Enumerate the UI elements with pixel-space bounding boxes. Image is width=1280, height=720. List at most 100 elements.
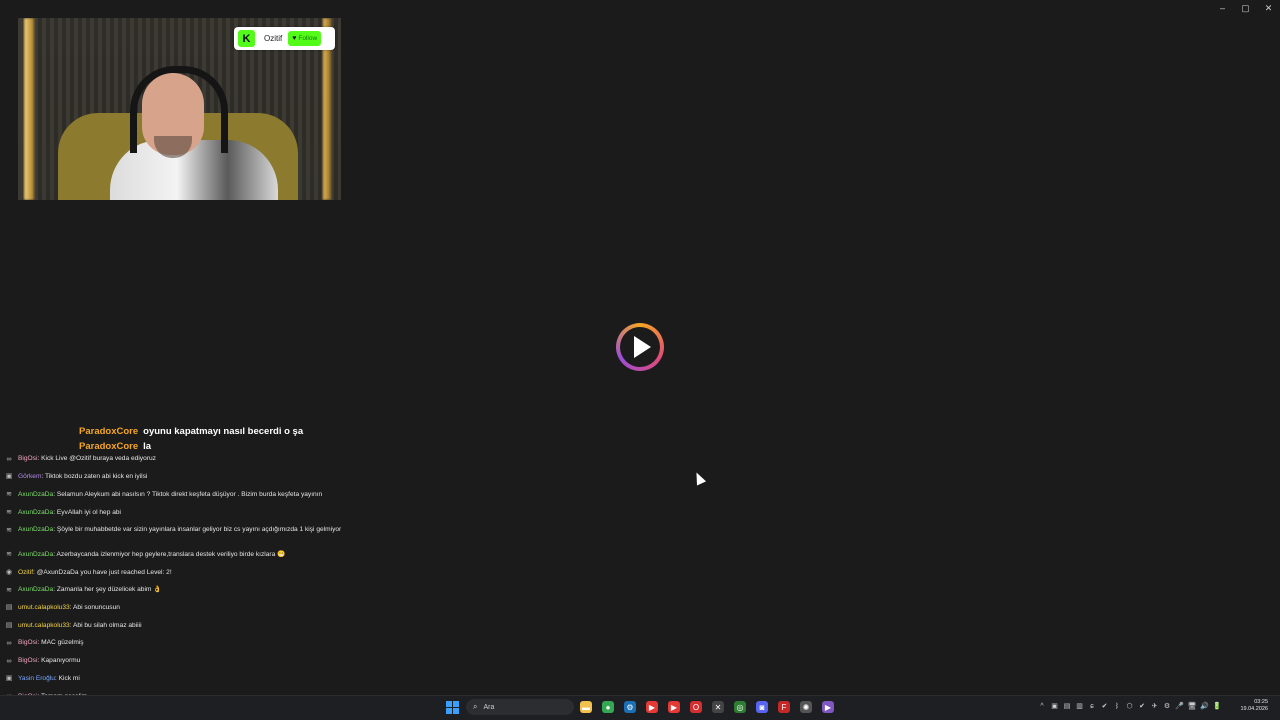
chat-avatar-icon: ∞ <box>6 657 12 665</box>
chat-message-body: Yasin Eroğlu: Kick mi <box>18 675 80 683</box>
settings-app-icon[interactable]: ✺ <box>800 701 812 713</box>
mouse-cursor-icon <box>691 470 707 486</box>
chat-text: Tiktok bozdu zaten abi kick en iyilsi <box>45 472 148 480</box>
chat-text: MAC güzelmiş <box>41 639 84 646</box>
opera-icon[interactable]: O <box>690 701 702 713</box>
chat-username[interactable]: AxunDzaDa <box>18 509 53 516</box>
tray-icon[interactable]: 🔊 <box>1200 702 1209 710</box>
chat-username[interactable]: AxunDzaDa <box>18 491 53 498</box>
chrome-icon[interactable]: ● <box>602 701 614 713</box>
tray-icon[interactable]: ɕ <box>1088 702 1096 710</box>
chat-username[interactable]: BigOsi <box>18 657 37 664</box>
chat-message: ▣ Görkem: Tiktok bozdu zaten abi kick en … <box>0 472 148 482</box>
chat-text: Azerbaycanda izlenmiyor hep geylere,tran… <box>56 550 286 558</box>
search-placeholder: Ara <box>483 703 495 711</box>
capcut-icon[interactable]: ✕ <box>712 701 724 713</box>
clock-time: 03:25 <box>1254 699 1268 705</box>
chat-message-body: AxunDzaDa: Selamun Aleykum abi nasılsın … <box>18 491 322 499</box>
chat-message-body: AxunDzaDa: Zamanla her şey düzelicek abi… <box>18 586 161 594</box>
discord-icon[interactable]: ◙ <box>756 701 768 713</box>
tray-icon[interactable]: ✔ <box>1138 702 1146 710</box>
chat-message: ≋ AxunDzaDa: Azerbaycanda izlenmiyor hep … <box>0 551 285 560</box>
chat-username[interactable]: umut.calapkolu33 <box>18 604 70 611</box>
chat-text: @AxunDzaDa you have just reached Level: … <box>36 568 172 576</box>
close-button[interactable]: ✕ <box>1257 0 1280 16</box>
kick-channel-name: Ozitif <box>264 34 283 43</box>
taskbar-search[interactable]: ⌕ Ara <box>466 699 574 715</box>
tray-icon[interactable]: ⚙ <box>1163 702 1171 710</box>
taskbar-clock[interactable]: 03:25 19.04.2026 <box>1240 699 1268 713</box>
tray-icon[interactable]: ⬡ <box>1126 702 1134 710</box>
chat-message-body: BigOsi: MAC güzelmiş <box>18 639 84 647</box>
chat-text: Selamun Aleykum abi nasılsın ? Tiktok di… <box>56 490 323 498</box>
windows-start-icon[interactable] <box>446 701 459 714</box>
maximize-button[interactable]: ▢ <box>1234 0 1257 16</box>
chat-message-body: BigOsi: Kapanıyormu <box>18 657 80 665</box>
kick-logo-icon: K <box>238 30 255 47</box>
tray-icon[interactable]: ^ <box>1038 702 1046 710</box>
font-app-icon[interactable]: F <box>778 701 790 713</box>
taskbar: ⌕ Ara ▬ ● ⚙ ▶ ▶ O ✕ ◎ ◙ F ✺ ▶ ^ ▣ ▤ ▥ ɕ ✔ ᛒ ⬡ ✔ ✈ ⚙ 🎤 🖥 🔊 🔋 03:25… <box>0 695 1280 720</box>
minimize-button[interactable]: – <box>1211 0 1234 16</box>
chat-message: ▤ umut.calapkolu33: Abi bu silah olmaz ab… <box>0 622 142 631</box>
chat-message-body: BigOsi: Kick Live @Ozitif buraya veda ed… <box>18 455 156 463</box>
chat-username[interactable]: Yasin Eroğlu <box>18 675 55 682</box>
webcam-light-left <box>24 18 34 200</box>
chat-message-body: Ozitif: @AxunDzaDa you have just reached… <box>18 569 172 577</box>
xbox-icon[interactable]: ◎ <box>734 701 746 713</box>
chat-message-body: AxunDzaDa: EyvAllah iyi ol hep abi <box>18 509 121 517</box>
chat-text: Kick Live @Ozitif buraya veda ediyoruz <box>41 455 156 462</box>
play-button[interactable] <box>616 323 664 371</box>
tray-icon[interactable]: ▥ <box>1076 702 1084 710</box>
play-icon <box>634 336 651 358</box>
youtube-icon[interactable]: ▶ <box>668 701 680 713</box>
tray-icon[interactable]: ✔ <box>1101 702 1109 710</box>
chat-username[interactable]: AxunDzaDa <box>18 551 53 558</box>
chat-text: Zamanla her şey düzelicek abim 👌 <box>56 586 162 593</box>
chat-username[interactable]: umut.calapkolu33 <box>18 622 70 629</box>
chat-username[interactable]: BigOsi <box>18 455 37 462</box>
tray-icon[interactable]: 🖥 <box>1188 702 1197 710</box>
chat-message: ≋ AxunDzaDa: EyvAllah iyi ol hep abi <box>0 509 121 518</box>
chat-message: ∞ BigOsi: MAC güzelmiş <box>0 639 84 648</box>
chat-avatar-icon: ≋ <box>6 551 12 558</box>
chat-message: ∞ BigOsi: Kick Live @Ozitif buraya veda e… <box>0 455 156 464</box>
chat-username[interactable]: BigOsi <box>18 639 37 646</box>
chat-message: ▣ Yasin Eroğlu: Kick mi <box>0 675 80 684</box>
chat-message-body: umut.calapkolu33: Abi sonuncusun <box>18 604 120 612</box>
chat-avatar-icon: ≋ <box>6 491 12 498</box>
chat-avatar-icon: ◉ <box>5 569 13 576</box>
chat-message-body: AxunDzaDa: Şöyle bir muhabbetde var sizi… <box>18 526 341 534</box>
chat-avatar-icon: ▤ <box>5 622 13 629</box>
overlay-message: ParadoxCore oyunu kapatmayı nasıl becerdi… <box>79 426 303 437</box>
tray-icon[interactable]: ᛒ <box>1113 702 1121 710</box>
chat-username[interactable]: Ozitif <box>18 569 33 576</box>
chat-username[interactable]: AxunDzaDa <box>18 526 53 533</box>
tray-icon[interactable]: ✈ <box>1151 702 1159 710</box>
tray-icon[interactable]: ▤ <box>1063 702 1071 710</box>
chat-avatar-icon: ▣ <box>5 473 13 480</box>
steam-icon[interactable]: ⚙ <box>624 701 636 713</box>
chat-message: ≋ AxunDzaDa: Zamanla her şey düzelicek ab… <box>0 586 161 595</box>
media-player-icon[interactable]: ▶ <box>646 701 658 713</box>
chat-username[interactable]: AxunDzaDa <box>18 586 53 593</box>
chat-username[interactable]: Görkem <box>18 473 41 480</box>
chat-message: ◉ Ozitif: @AxunDzaDa you have just reache… <box>0 569 172 578</box>
chat-avatar-icon: ≋ <box>6 509 12 516</box>
kick-follow-button[interactable]: ♥ Follow <box>288 31 322 46</box>
tray-icon[interactable]: 🎤 <box>1175 702 1184 710</box>
streaming-app-icon[interactable]: ▶ <box>822 701 834 713</box>
chat-message: ▤ umut.calapkolu33: Abi sonuncusun <box>0 604 120 613</box>
clock-date: 19.04.2026 <box>1240 706 1268 712</box>
overlay-message: ParadoxCore la <box>79 441 151 452</box>
file-explorer-icon[interactable]: ▬ <box>580 701 592 713</box>
window-controls: – ▢ ✕ <box>1211 0 1280 16</box>
overlay-text: oyunu kapatmayı nasıl becerdi o şa <box>143 426 304 437</box>
chat-message-body: umut.calapkolu33: Abi bu silah olmaz abi… <box>18 622 142 630</box>
tray-icon[interactable]: ▣ <box>1051 702 1059 710</box>
overlay-username: ParadoxCore <box>79 441 139 452</box>
play-button-inner <box>620 327 660 367</box>
chat-message: ∞ BigOsi: Kapanıyormu <box>0 657 81 666</box>
chat-text: Kick mi <box>58 674 80 682</box>
tray-icon[interactable]: 🔋 <box>1213 702 1222 710</box>
